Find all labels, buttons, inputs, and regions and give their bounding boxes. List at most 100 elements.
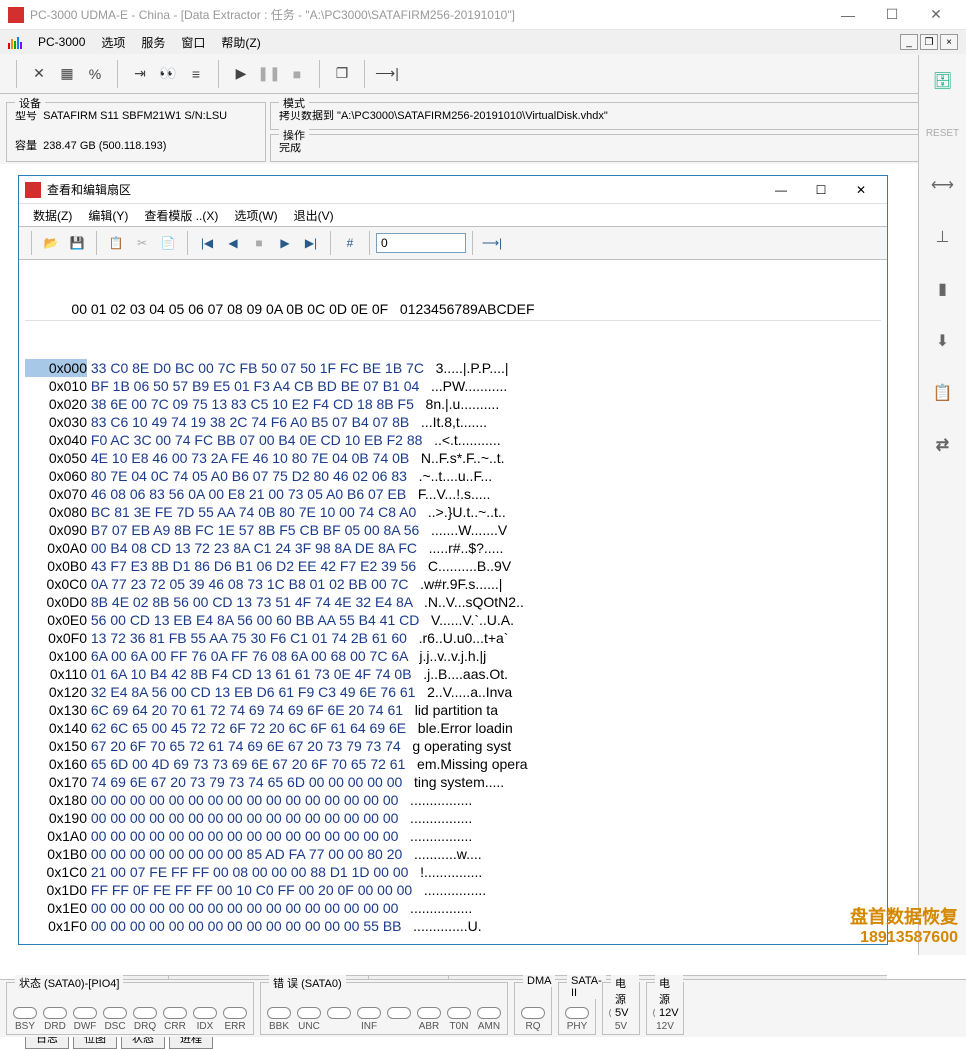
hex-maximize-button[interactable]: ☐	[801, 176, 841, 204]
save-icon[interactable]: 💾	[64, 230, 90, 256]
hex-menu-options[interactable]: 选项(W)	[226, 207, 285, 224]
db-icon[interactable]: 🗄	[927, 65, 959, 97]
hex-row[interactable]: 0x130 6C 69 64 20 70 61 72 74 69 74 69 6…	[25, 701, 881, 719]
hex-row[interactable]: 0x000 33 C0 8E D0 BC 00 7C FB 50 07 50 1…	[25, 359, 881, 377]
hex-row[interactable]: 0x0D0 8B 4E 02 8B 56 00 CD 13 73 51 4F 7…	[25, 593, 881, 611]
copy-icon[interactable]: ❐	[328, 60, 356, 88]
status-light	[103, 1007, 127, 1019]
menu-services[interactable]: 服务	[133, 34, 173, 51]
exit-icon[interactable]: ⟶|	[373, 60, 401, 88]
mdi-close[interactable]: ×	[940, 34, 958, 50]
hex-row[interactable]: 0x1A0 00 00 00 00 00 00 00 00 00 00 00 0…	[25, 827, 881, 845]
status-label: IDX	[193, 1021, 217, 1032]
hex-menu-template[interactable]: 查看模版 ..(X)	[136, 207, 226, 224]
status-light	[223, 1007, 247, 1019]
menu-window[interactable]: 窗口	[173, 34, 213, 51]
hex-row[interactable]: 0x020 38 6E 00 7C 09 75 13 83 C5 10 E2 F…	[25, 395, 881, 413]
mdi-minimize[interactable]: _	[900, 34, 918, 50]
binoculars-icon[interactable]: 👀	[154, 60, 182, 88]
status-light	[521, 1007, 545, 1019]
hex-row[interactable]: 0x0C0 0A 77 23 72 05 39 46 08 73 1C B8 0…	[25, 575, 881, 593]
tools-icon[interactable]: ✕	[25, 60, 53, 88]
minimize-button[interactable]: —	[826, 0, 870, 30]
pause-button[interactable]: ❚❚	[255, 60, 283, 88]
hex-row[interactable]: 0x150 67 20 6F 70 65 72 61 74 69 6E 67 2…	[25, 737, 881, 755]
hex-grid[interactable]: 00 01 02 03 04 05 06 07 08 09 0A 0B 0C 0…	[19, 260, 887, 975]
hex-row[interactable]: 0x080 BC 81 3E FE 7D 55 AA 74 0B 80 7E 1…	[25, 503, 881, 521]
hex-row[interactable]: 0x160 65 6D 00 4D 69 73 73 69 6E 67 20 6…	[25, 755, 881, 773]
hex-row[interactable]: 0x1E0 00 00 00 00 00 00 00 00 00 00 00 0…	[25, 899, 881, 917]
paste-icon[interactable]: 📄	[155, 230, 181, 256]
hex-row[interactable]: 0x140 62 6C 65 00 45 72 72 6F 72 20 6C 6…	[25, 719, 881, 737]
hex-row[interactable]: 0x1C0 21 00 07 FE FF FF 00 08 00 00 00 8…	[25, 863, 881, 881]
hex-titlebar: 查看和编辑扇区 — ☐ ✕	[19, 176, 887, 204]
reset-icon[interactable]: RESET	[927, 117, 959, 149]
hex-exit-icon[interactable]: ⟶|	[479, 230, 505, 256]
hex-row[interactable]: 0x170 74 69 6E 67 20 73 79 73 74 65 6D 0…	[25, 773, 881, 791]
stop-button[interactable]: ■	[283, 60, 311, 88]
hex-row[interactable]: 0x090 B7 07 EB A9 8B FC 1E 57 8B F5 CB B…	[25, 521, 881, 539]
hex-row[interactable]: 0x0B0 43 F7 E3 8B D1 86 D6 B1 06 D2 EE 4…	[25, 557, 881, 575]
next-button[interactable]: ▶	[272, 230, 298, 256]
play-button[interactable]: ▶	[227, 60, 255, 88]
tool3-icon[interactable]: ▮	[927, 273, 959, 305]
hex-row[interactable]: 0x0F0 13 72 36 81 FB 55 AA 75 30 F6 C1 0…	[25, 629, 881, 647]
mdi-restore[interactable]: ❐	[920, 34, 938, 50]
status-label: DRQ	[133, 1021, 157, 1032]
cut-icon[interactable]: ✂	[129, 230, 155, 256]
ruler-icon[interactable]: ⟷	[927, 169, 959, 201]
hex-menu-data[interactable]: 数据(Z)	[25, 207, 80, 224]
menu-help[interactable]: 帮助(Z)	[213, 34, 268, 51]
close-button[interactable]: ✕	[914, 0, 958, 30]
list-icon[interactable]: ≡	[182, 60, 210, 88]
status-label: BBK	[267, 1021, 291, 1032]
status-label: UNC	[297, 1021, 321, 1032]
hex-row[interactable]: 0x050 4E 10 E8 46 00 73 2A FE 46 10 80 7…	[25, 449, 881, 467]
status-light	[193, 1007, 217, 1019]
hex-row[interactable]: 0x100 6A 00 6A 00 FF 76 0A FF 76 08 6A 0…	[25, 647, 881, 665]
first-button[interactable]: |◀	[194, 230, 220, 256]
menu-app[interactable]: PC-3000	[30, 35, 93, 49]
hex-row[interactable]: 0x1F0 00 00 00 00 00 00 00 00 00 00 00 0…	[25, 917, 881, 935]
tool4-icon[interactable]: ⬇	[927, 325, 959, 357]
status-light	[477, 1007, 501, 1019]
settings-icon[interactable]: ⇄	[927, 429, 959, 461]
hex-row[interactable]: 0x060 80 7E 04 0C 74 05 A0 B6 07 75 D2 8…	[25, 467, 881, 485]
copy-icon[interactable]: 📋	[103, 230, 129, 256]
status-light	[357, 1007, 381, 1019]
stop-nav-button[interactable]: ■	[246, 230, 272, 256]
open-icon[interactable]: 📂	[38, 230, 64, 256]
hex-editor-dialog: 查看和编辑扇区 — ☐ ✕ 数据(Z) 编辑(Y) 查看模版 ..(X) 选项(…	[18, 175, 888, 945]
tool2-icon[interactable]: ⊥	[927, 221, 959, 253]
hex-row[interactable]: 0x010 BF 1B 06 50 57 B9 E5 01 F3 A4 CB B…	[25, 377, 881, 395]
hex-menu-exit[interactable]: 退出(V)	[286, 207, 342, 224]
status-light	[387, 1007, 411, 1019]
status-label: CRR	[163, 1021, 187, 1032]
hex-minimize-button[interactable]: —	[761, 176, 801, 204]
hex-row[interactable]: 0x070 46 08 06 83 56 0A 00 E8 21 00 73 0…	[25, 485, 881, 503]
hex-row[interactable]: 0x030 83 C6 10 49 74 19 38 2C 74 F6 A0 B…	[25, 413, 881, 431]
hex-row[interactable]: 0x040 F0 AC 3C 00 74 FC BB 07 00 B4 0E C…	[25, 431, 881, 449]
hex-menu-edit[interactable]: 编辑(Y)	[80, 207, 136, 224]
hex-row[interactable]: 0x180 00 00 00 00 00 00 00 00 00 00 00 0…	[25, 791, 881, 809]
menu-options[interactable]: 选项	[93, 34, 133, 51]
hex-close-button[interactable]: ✕	[841, 176, 881, 204]
hex-row[interactable]: 0x190 00 00 00 00 00 00 00 00 00 00 00 0…	[25, 809, 881, 827]
hex-row[interactable]: 0x1D0 FF FF 0F FE FF FF 00 10 C0 FF 00 2…	[25, 881, 881, 899]
prev-button[interactable]: ◀	[220, 230, 246, 256]
hex-row[interactable]: 0x120 32 E4 8A 56 00 CD 13 EB D6 61 F9 C…	[25, 683, 881, 701]
tool5-icon[interactable]: 📋	[927, 377, 959, 409]
goto-input[interactable]	[376, 233, 466, 253]
chip-icon[interactable]: ▦	[53, 60, 81, 88]
last-button[interactable]: ▶|	[298, 230, 324, 256]
grid-icon[interactable]: #	[337, 230, 363, 256]
status-label: DRD	[43, 1021, 67, 1032]
expand-icon[interactable]: ⇥	[126, 60, 154, 88]
hex-row[interactable]: 0x110 01 6A 10 B4 42 8B F4 CD 13 61 61 7…	[25, 665, 881, 683]
status-label: DWF	[73, 1021, 97, 1032]
hex-row[interactable]: 0x0E0 56 00 CD 13 EB E4 8A 56 00 60 BB A…	[25, 611, 881, 629]
maximize-button[interactable]: ☐	[870, 0, 914, 30]
hex-row[interactable]: 0x0A0 00 B4 08 CD 13 72 23 8A C1 24 3F 9…	[25, 539, 881, 557]
hex-row[interactable]: 0x1B0 00 00 00 00 00 00 00 00 85 AD FA 7…	[25, 845, 881, 863]
percent-icon[interactable]: %	[81, 60, 109, 88]
